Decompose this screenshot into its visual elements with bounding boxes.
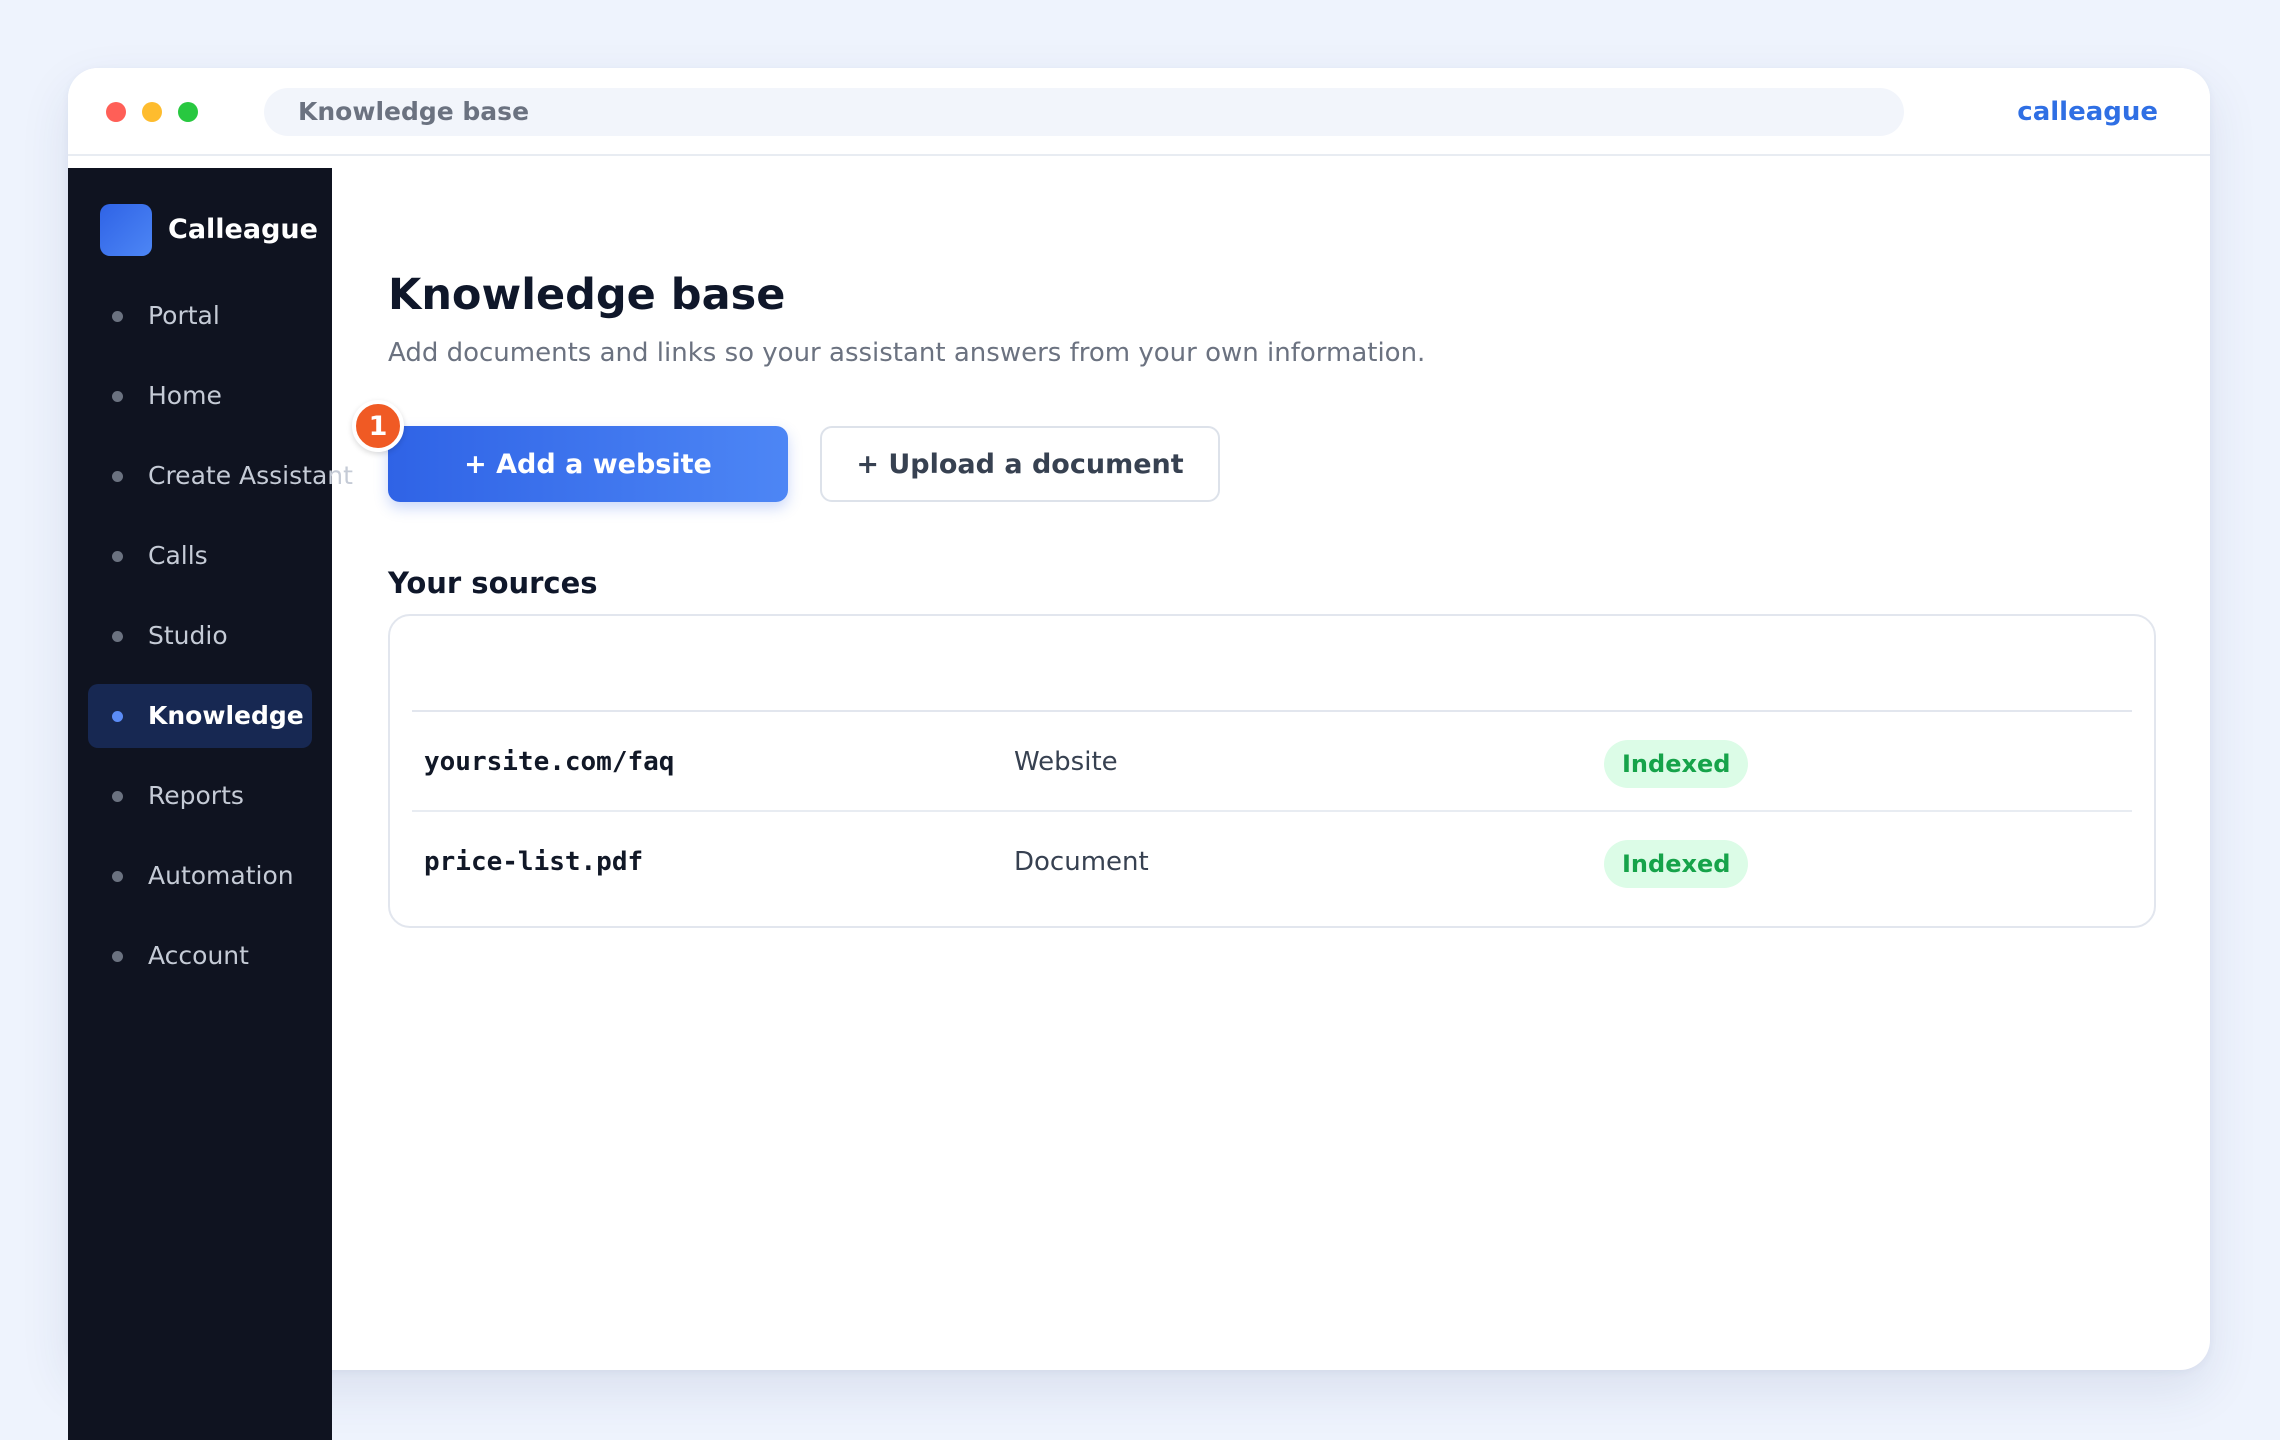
sidebar-item-label: Account bbox=[148, 941, 249, 970]
sidebar-item-home[interactable]: Home bbox=[88, 364, 312, 428]
brand-logo-icon bbox=[100, 204, 152, 256]
sidebar-item-label: Knowledge bbox=[148, 701, 304, 730]
dot-icon bbox=[112, 951, 123, 962]
address-bar[interactable]: Knowledge base bbox=[264, 88, 1904, 136]
app-window: Knowledge base calleague Knowledge base … bbox=[68, 68, 2210, 1370]
brand-link[interactable]: calleague bbox=[2017, 68, 2158, 156]
title-bar: Knowledge base calleague bbox=[68, 68, 2210, 156]
dot-icon bbox=[112, 471, 123, 482]
dot-icon bbox=[112, 871, 123, 882]
main-content: Knowledge base Add documents and links s… bbox=[352, 158, 2210, 1370]
source-type: Document bbox=[1014, 847, 1149, 877]
sidebar-item-calls[interactable]: Calls bbox=[88, 524, 312, 588]
window-minimize-icon[interactable] bbox=[142, 102, 162, 122]
sidebar-item-label: Portal bbox=[148, 301, 220, 330]
add-website-button[interactable]: + Add a website bbox=[388, 426, 788, 502]
sidebar-item-automation[interactable]: Automation bbox=[88, 844, 312, 908]
window-maximize-icon[interactable] bbox=[178, 102, 198, 122]
sidebar-item-account[interactable]: Account bbox=[88, 924, 312, 988]
dot-icon bbox=[112, 631, 123, 642]
sidebar-item-label: Create Assistant bbox=[148, 461, 353, 490]
step-badge: 1 bbox=[352, 400, 404, 452]
status-badge: Indexed bbox=[1604, 740, 1749, 788]
table-row[interactable]: price-list.pdf Document Indexed bbox=[412, 812, 2132, 912]
sidebar-item-reports[interactable]: Reports bbox=[88, 764, 312, 828]
source-name: price-list.pdf bbox=[424, 847, 644, 877]
sources-table: yoursite.com/faq Website Indexed price-l… bbox=[388, 614, 2156, 928]
sidebar-item-label: Studio bbox=[148, 621, 228, 650]
sidebar-item-portal[interactable]: Portal bbox=[88, 284, 312, 348]
upload-document-button[interactable]: + Upload a document bbox=[820, 426, 1220, 502]
page-title: Knowledge base bbox=[388, 270, 786, 320]
window-close-icon[interactable] bbox=[106, 102, 126, 122]
dot-icon bbox=[112, 391, 123, 402]
sidebar-item-studio[interactable]: Studio bbox=[88, 604, 312, 668]
dot-icon bbox=[112, 791, 123, 802]
sources-section-title: Your sources bbox=[388, 566, 598, 600]
table-row[interactable]: yoursite.com/faq Website Indexed bbox=[412, 712, 2132, 812]
sources-table-header bbox=[412, 616, 2132, 712]
source-name: yoursite.com/faq bbox=[424, 747, 675, 777]
dot-icon bbox=[112, 311, 123, 322]
sidebar-item-label: Home bbox=[148, 381, 222, 410]
dot-icon bbox=[112, 551, 123, 562]
status-badge: Indexed bbox=[1604, 840, 1749, 888]
sidebar-item-label: Reports bbox=[148, 781, 244, 810]
sidebar-item-create-assistant[interactable]: Create Assistant bbox=[88, 444, 353, 508]
dot-icon bbox=[112, 711, 123, 722]
sidebar-item-label: Automation bbox=[148, 861, 294, 890]
brand-name: Calleague bbox=[168, 214, 318, 245]
sidebar-item-label: Calls bbox=[148, 541, 208, 570]
sidebar: Calleague Portal Home Create Assistant C… bbox=[68, 168, 353, 1440]
page-subtitle: Add documents and links so your assistan… bbox=[388, 338, 1426, 368]
sidebar-item-knowledge[interactable]: Knowledge bbox=[88, 684, 312, 748]
source-type: Website bbox=[1014, 747, 1118, 777]
